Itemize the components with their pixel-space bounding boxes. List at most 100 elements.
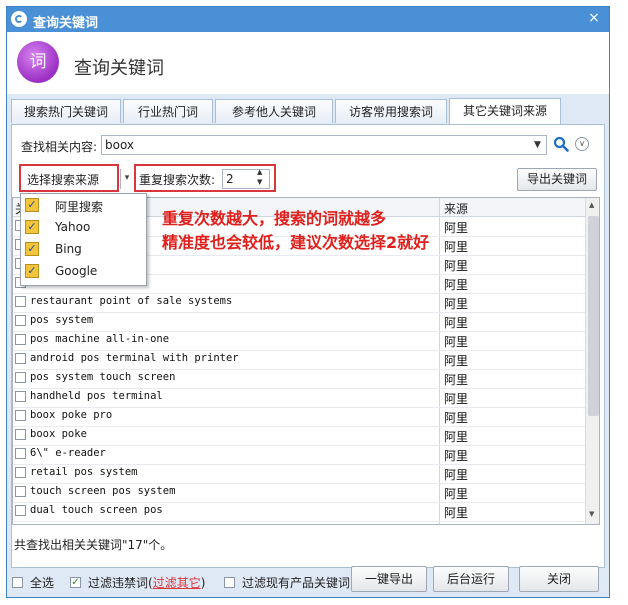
row-source: 阿里: [444, 468, 469, 482]
search-icon[interactable]: [553, 136, 569, 152]
column-source-header[interactable]: 来源: [444, 200, 468, 217]
select-all-checkbox[interactable]: [12, 577, 23, 588]
row-keyword: boox poke: [30, 428, 87, 440]
checkbox-checked-icon[interactable]: ✓: [25, 242, 39, 256]
row-checkbox[interactable]: [15, 429, 26, 440]
table-row[interactable]: android pos terminal with printer 阿里: [13, 350, 587, 370]
source-option-bing[interactable]: ✓ Bing: [21, 239, 146, 261]
filter-banned-label: 过滤违禁词(过滤其它): [88, 576, 206, 590]
row-checkbox[interactable]: [15, 315, 26, 326]
title-bar: 查询关键词 ×: [7, 7, 609, 32]
page-title: 查询关键词: [74, 58, 164, 79]
filter-existing-checkbox[interactable]: [224, 577, 235, 588]
row-source: 阿里: [444, 487, 469, 501]
row-keyword: android pos terminal with printer: [30, 352, 239, 364]
row-source: 阿里: [444, 506, 469, 520]
row-checkbox[interactable]: [15, 372, 26, 383]
scroll-up-icon[interactable]: ▲: [589, 201, 594, 209]
row-checkbox[interactable]: [15, 486, 26, 497]
tab-other-keyword-sources[interactable]: 其它关键词来源: [449, 98, 561, 124]
tab-reference-others[interactable]: 参考他人关键词: [215, 99, 333, 123]
table-row[interactable]: 6\" e-reader 阿里: [13, 445, 587, 465]
checkbox-checked-icon[interactable]: ✓: [25, 264, 39, 278]
table-row[interactable]: boox poke 阿里: [13, 426, 587, 446]
row-source: 阿里: [444, 316, 469, 330]
close-icon[interactable]: ×: [585, 9, 603, 27]
table-row[interactable]: pos system touch screen 阿里: [13, 369, 587, 389]
tab-hot-search-keywords[interactable]: 搜索热门关键词: [11, 99, 121, 123]
repeat-count-label: 重复搜索次数:: [139, 173, 216, 187]
row-source: 阿里: [444, 297, 469, 311]
export-keywords-button[interactable]: 导出关键词: [517, 168, 597, 191]
scroll-thumb[interactable]: [588, 216, 599, 416]
stepper-up-icon[interactable]: ▲: [257, 167, 262, 177]
row-source: 阿里: [444, 335, 469, 349]
filter-existing-label: 过滤现有产品关键词: [242, 576, 351, 590]
row-source: 阿里: [444, 373, 469, 387]
row-source: 阿里: [444, 392, 469, 406]
select-all-label: 全选: [30, 576, 55, 590]
dropdown-arrow-icon[interactable]: ▼: [534, 136, 541, 154]
row-keyword: handheld pos terminal: [30, 390, 163, 402]
table-row[interactable]: dual touch screen pos 阿里: [13, 502, 587, 522]
annotation-line-1: 重复次数越大，搜索的词就越多: [162, 209, 387, 228]
tab-industry-hot-words[interactable]: 行业热门词: [123, 99, 213, 123]
row-checkbox[interactable]: [15, 448, 26, 459]
row-checkbox[interactable]: [15, 391, 26, 402]
source-option-google[interactable]: ✓ Google: [21, 261, 146, 283]
row-keyword: boox poke pro: [30, 409, 113, 421]
row-checkbox[interactable]: [15, 467, 26, 478]
header-banner: 词 查询关键词: [7, 32, 609, 94]
filter-banned-checkbox[interactable]: ✓: [70, 577, 81, 588]
checkbox-checked-icon[interactable]: ✓: [25, 220, 39, 234]
source-option-yahoo[interactable]: ✓ Yahoo: [21, 217, 146, 239]
source-select-arrow-icon[interactable]: ▾: [120, 169, 133, 189]
table-row[interactable]: pos system 阿里: [13, 312, 587, 332]
row-source: 阿里: [444, 411, 469, 425]
checkbox-checked-icon[interactable]: ✓: [25, 198, 39, 212]
repeat-count-stepper[interactable]: 2 ▲ ▼: [222, 167, 270, 189]
row-source: 阿里: [444, 354, 469, 368]
row-checkbox[interactable]: [15, 410, 26, 421]
row-checkbox[interactable]: [15, 296, 26, 307]
row-source: 阿里: [444, 221, 469, 235]
scroll-down-icon[interactable]: ▼: [589, 510, 594, 518]
row-source: 阿里: [444, 430, 469, 444]
table-row[interactable]: handheld pos terminal 阿里: [13, 388, 587, 408]
source-select-button[interactable]: 选择搜索来源: [27, 171, 99, 188]
search-label: 查找相关内容:: [21, 140, 98, 154]
window-title: 查询关键词: [33, 16, 99, 31]
stepper-down-icon[interactable]: ▼: [257, 177, 262, 187]
row-source: 阿里: [444, 259, 469, 273]
tab-visitor-search-words[interactable]: 访客常用搜索词: [335, 99, 447, 123]
source-option-alibaba[interactable]: ✓ 阿里搜索: [21, 195, 146, 217]
table-row[interactable]: touch screen pos system 阿里: [13, 483, 587, 503]
row-keyword: restaurant point of sale systems: [30, 295, 233, 307]
row-keyword: pos system: [30, 314, 94, 326]
background-run-button[interactable]: 后台运行: [433, 566, 509, 592]
table-row[interactable]: restaurant point of sale systems 阿里: [13, 293, 587, 313]
close-button[interactable]: 关闭: [519, 566, 599, 592]
one-click-export-button[interactable]: 一键导出: [351, 566, 427, 592]
search-input[interactable]: boox ▼: [101, 135, 547, 155]
row-keyword: touch screen pos system: [30, 485, 176, 497]
filter-other-link[interactable]: 过滤其它: [153, 576, 201, 590]
table-scrollbar[interactable]: ▲ ▼: [585, 198, 599, 524]
row-checkbox[interactable]: [15, 334, 26, 345]
annotation-line-2: 精准度也会较低，建议次数选择2就好: [162, 233, 430, 252]
table-row[interactable]: boox poke pro 阿里: [13, 407, 587, 427]
table-row[interactable]: retail pos system 阿里: [13, 464, 587, 484]
row-checkbox[interactable]: [15, 505, 26, 516]
source-dropdown-menu: ✓ 阿里搜索 ✓ Yahoo ✓ Bing ✓ Google: [20, 193, 147, 286]
row-keyword: pos machine all-in-one: [30, 333, 170, 345]
row-keyword: dual touch screen pos: [30, 504, 163, 516]
row-checkbox[interactable]: [15, 353, 26, 364]
table-row[interactable]: pos machine all-in-one 阿里: [13, 331, 587, 351]
row-source: 阿里: [444, 449, 469, 463]
row-source: 阿里: [444, 278, 469, 292]
row-keyword: 6\" e-reader: [30, 447, 106, 459]
search-value: boox: [105, 138, 135, 152]
logo-char: 词: [29, 52, 47, 72]
row-keyword: retail pos system: [30, 466, 138, 478]
chevron-down-icon[interactable]: ∨: [575, 137, 589, 151]
